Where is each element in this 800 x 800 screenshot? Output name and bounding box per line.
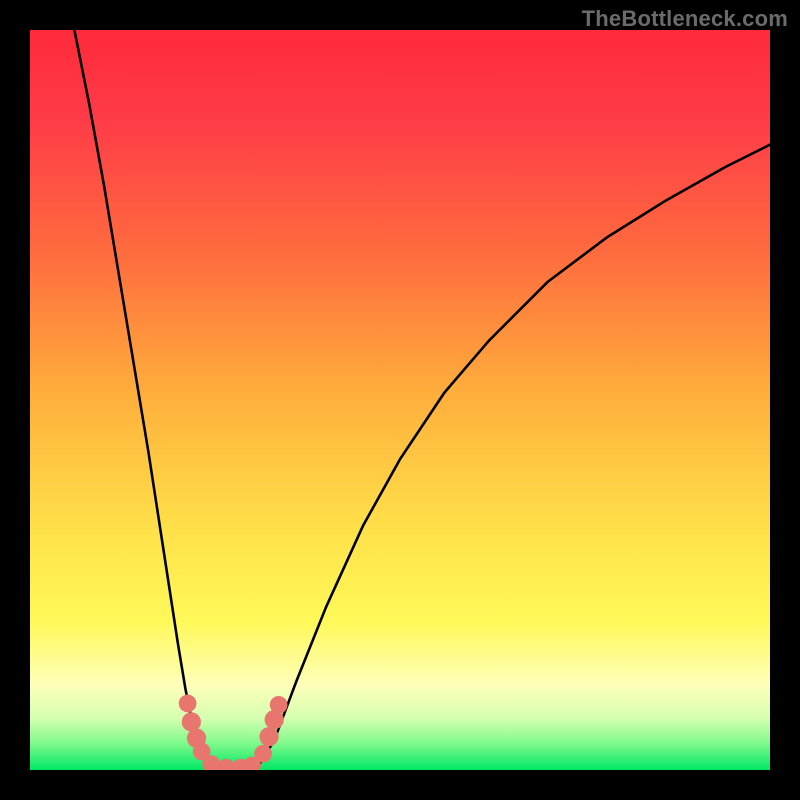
bottleneck-curve xyxy=(74,30,770,770)
curve-layer xyxy=(30,30,770,770)
chart-frame: TheBottleneck.com xyxy=(0,0,800,800)
plot-area xyxy=(30,30,770,770)
data-marker xyxy=(182,712,201,731)
watermark-text: TheBottleneck.com xyxy=(582,6,788,32)
data-marker xyxy=(179,695,197,713)
marker-group xyxy=(179,695,288,770)
data-marker xyxy=(254,745,272,763)
data-marker xyxy=(270,696,288,714)
data-marker xyxy=(259,727,278,746)
